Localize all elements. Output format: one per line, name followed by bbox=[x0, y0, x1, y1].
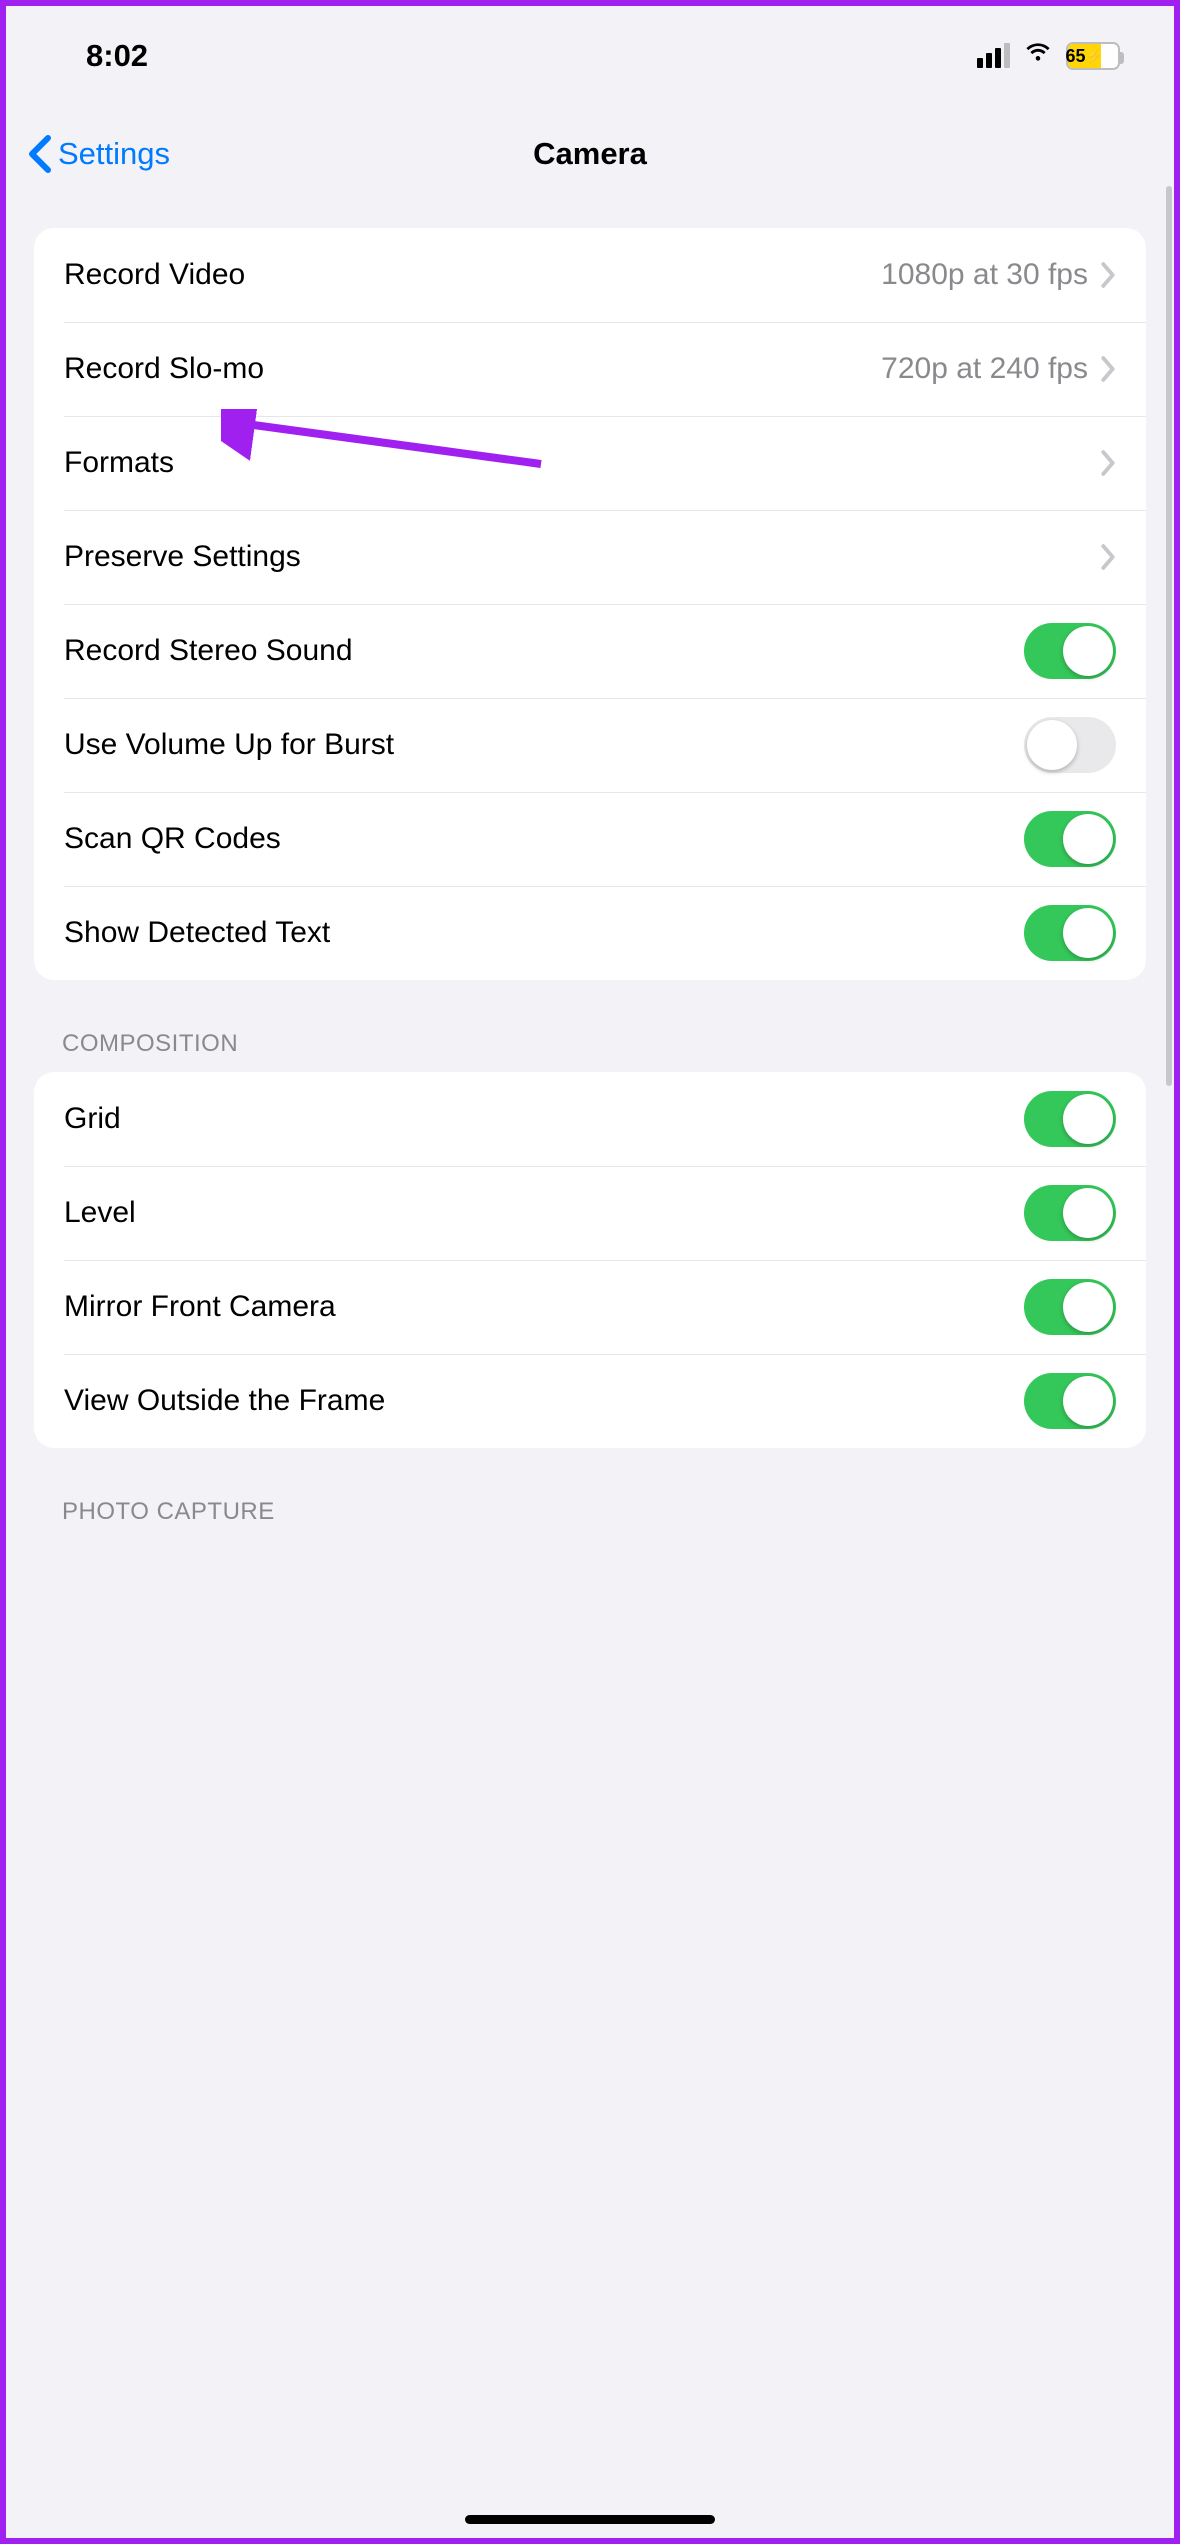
battery-icon: 65⚡ bbox=[1066, 42, 1120, 70]
row-label: Mirror Front Camera bbox=[64, 1290, 336, 1324]
chevron-left-icon bbox=[26, 134, 54, 174]
settings-group: Grid Level Mirror Front Camera View Outside… bbox=[34, 1072, 1146, 1448]
battery-percent: 65 bbox=[1066, 46, 1086, 67]
row-label: Record Video bbox=[64, 258, 245, 292]
group-header: COMPOSITION bbox=[6, 980, 1174, 1072]
home-indicator bbox=[465, 2515, 715, 2524]
record-stereo-sound-toggle[interactable] bbox=[1024, 623, 1116, 679]
record-slomo-row[interactable]: Record Slo-mo 720p at 240 fps bbox=[34, 322, 1146, 416]
row-label: View Outside the Frame bbox=[64, 1384, 385, 1418]
status-bar: 8:02 65⚡ bbox=[6, 6, 1174, 106]
view-outside-frame-toggle[interactable] bbox=[1024, 1373, 1116, 1429]
settings-content[interactable]: Record Video 1080p at 30 fps Record Slo-mo… bbox=[6, 202, 1174, 2538]
scan-qr-codes-row[interactable]: Scan QR Codes bbox=[34, 792, 1146, 886]
grid-toggle[interactable] bbox=[1024, 1091, 1116, 1147]
group-header: PHOTO CAPTURE bbox=[6, 1448, 1174, 1540]
row-label: Record Slo-mo bbox=[64, 352, 264, 386]
show-detected-text-row[interactable]: Show Detected Text bbox=[34, 886, 1146, 980]
back-label: Settings bbox=[58, 136, 170, 172]
level-toggle[interactable] bbox=[1024, 1185, 1116, 1241]
mirror-front-camera-toggle[interactable] bbox=[1024, 1279, 1116, 1335]
view-outside-frame-row[interactable]: View Outside the Frame bbox=[34, 1354, 1146, 1448]
row-value: 1080p at 30 fps bbox=[881, 258, 1088, 292]
grid-row[interactable]: Grid bbox=[34, 1072, 1146, 1166]
row-label: Preserve Settings bbox=[64, 540, 301, 574]
row-label: Scan QR Codes bbox=[64, 822, 281, 856]
volume-up-burst-row[interactable]: Use Volume Up for Burst bbox=[34, 698, 1146, 792]
row-label: Record Stereo Sound bbox=[64, 634, 353, 668]
formats-row[interactable]: Formats bbox=[34, 416, 1146, 510]
chevron-right-icon bbox=[1100, 261, 1116, 289]
nav-bar: Settings Camera bbox=[6, 106, 1174, 202]
scroll-indicator[interactable] bbox=[1166, 186, 1172, 1086]
mirror-front-camera-row[interactable]: Mirror Front Camera bbox=[34, 1260, 1146, 1354]
status-time: 8:02 bbox=[86, 38, 148, 74]
cellular-signal-icon bbox=[977, 44, 1010, 68]
preserve-settings-row[interactable]: Preserve Settings bbox=[34, 510, 1146, 604]
page-title: Camera bbox=[6, 136, 1174, 172]
chevron-right-icon bbox=[1100, 543, 1116, 571]
volume-up-burst-toggle[interactable] bbox=[1024, 717, 1116, 773]
chevron-right-icon bbox=[1100, 449, 1116, 477]
row-label: Use Volume Up for Burst bbox=[64, 728, 394, 762]
show-detected-text-toggle[interactable] bbox=[1024, 905, 1116, 961]
back-button[interactable]: Settings bbox=[26, 134, 170, 174]
chevron-right-icon bbox=[1100, 355, 1116, 383]
row-value: 720p at 240 fps bbox=[881, 352, 1088, 386]
scan-qr-codes-toggle[interactable] bbox=[1024, 811, 1116, 867]
level-row[interactable]: Level bbox=[34, 1166, 1146, 1260]
settings-group: Record Video 1080p at 30 fps Record Slo-mo… bbox=[34, 228, 1146, 980]
row-label: Level bbox=[64, 1196, 136, 1230]
row-label: Grid bbox=[64, 1102, 121, 1136]
record-stereo-sound-row[interactable]: Record Stereo Sound bbox=[34, 604, 1146, 698]
record-video-row[interactable]: Record Video 1080p at 30 fps bbox=[34, 228, 1146, 322]
row-label: Formats bbox=[64, 446, 174, 480]
row-label: Show Detected Text bbox=[64, 916, 330, 950]
wifi-icon bbox=[1022, 36, 1054, 76]
